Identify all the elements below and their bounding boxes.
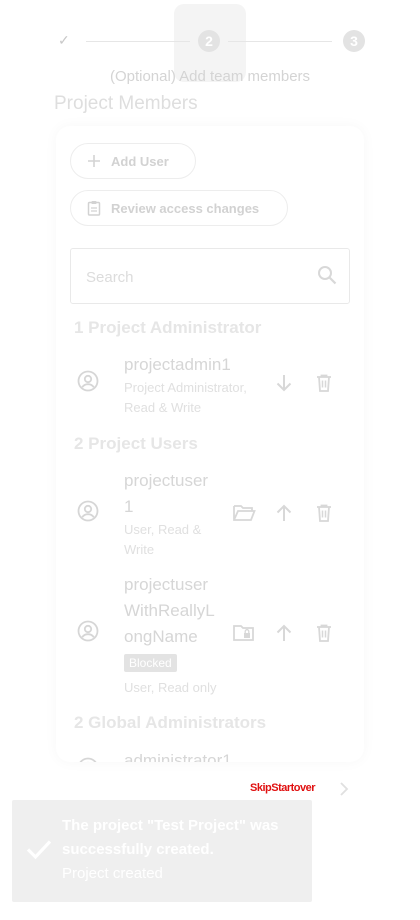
member-role: Write	[124, 542, 155, 557]
member-role: User, Read &	[124, 522, 202, 537]
step-connector	[228, 41, 332, 42]
account-circle-icon	[76, 499, 100, 528]
step-connector	[86, 41, 190, 42]
member-name: 1	[124, 497, 134, 516]
member-name: ongName	[124, 627, 198, 646]
page: ✓ 2 3 (Optional) Add team members Projec…	[0, 0, 420, 920]
trash-icon[interactable]	[314, 503, 334, 523]
review-access-button[interactable]: Review access changes	[70, 190, 288, 226]
account-circle-icon	[76, 369, 100, 398]
step-1-done-icon[interactable]: ✓	[58, 32, 70, 49]
member-role: Project Administrator,	[124, 380, 247, 395]
success-snackbar: The project "Test Project" was successfu…	[12, 800, 312, 902]
account-circle-icon	[76, 756, 100, 762]
account-circle-icon	[76, 619, 100, 648]
admins-heading: 1 Project Administrator	[74, 318, 262, 337]
trash-icon[interactable]	[314, 373, 334, 393]
list-item: projectuser 1 User, Read & Write	[56, 468, 364, 562]
chevron-right-icon[interactable]	[338, 781, 350, 802]
step-2-indicator[interactable]: 2	[198, 30, 220, 52]
add-user-label: Add User	[111, 153, 169, 169]
snackbar-subtitle: Project created	[62, 865, 163, 882]
trash-icon[interactable]	[314, 623, 334, 643]
plus-icon	[87, 154, 101, 168]
list-item: projectuser WithReallyL ongName Blocked …	[56, 572, 364, 698]
arrow-down-icon[interactable]	[274, 373, 294, 393]
search-input[interactable]	[71, 249, 318, 305]
users-heading: 2 Project Users	[74, 434, 198, 453]
list-item: projectadmin1 Project Administrator, Rea…	[56, 352, 364, 422]
member-name: projectuser	[124, 471, 209, 490]
add-user-button[interactable]: Add User	[70, 143, 196, 179]
search-icon[interactable]	[317, 265, 337, 290]
search-field[interactable]	[70, 248, 350, 305]
snackbar-title: The project "Test Project" was successfu…	[62, 817, 279, 858]
arrow-up-icon[interactable]	[274, 623, 294, 643]
skip-startover-link[interactable]: SkipStartover	[250, 782, 316, 794]
page-title: Project Members	[54, 93, 198, 114]
global-admins-heading: 2 Global Administrators	[74, 713, 267, 732]
active-step-label: (Optional) Add team members	[109, 68, 311, 85]
stepper: ✓ 2 3	[0, 4, 420, 82]
members-card: Add User Review access changes 1 Project…	[56, 126, 364, 762]
member-name: administrator1	[124, 751, 232, 762]
clipboard-icon	[87, 200, 101, 216]
step-3-indicator[interactable]: 3	[343, 30, 365, 52]
blocked-badge: Blocked	[124, 654, 177, 672]
review-access-label: Review access changes	[111, 200, 260, 216]
list-item: administrator1	[56, 748, 364, 762]
check-icon	[26, 838, 52, 865]
arrow-up-icon[interactable]	[274, 503, 294, 523]
folder-lock-icon[interactable]	[232, 623, 256, 643]
member-role: Read & Write	[124, 400, 202, 415]
member-role: User, Read only	[124, 680, 217, 695]
member-name: projectadmin1	[124, 355, 231, 374]
member-name: projectuser	[124, 575, 209, 594]
member-name: WithReallyL	[124, 601, 215, 620]
folder-open-icon[interactable]	[232, 503, 256, 523]
